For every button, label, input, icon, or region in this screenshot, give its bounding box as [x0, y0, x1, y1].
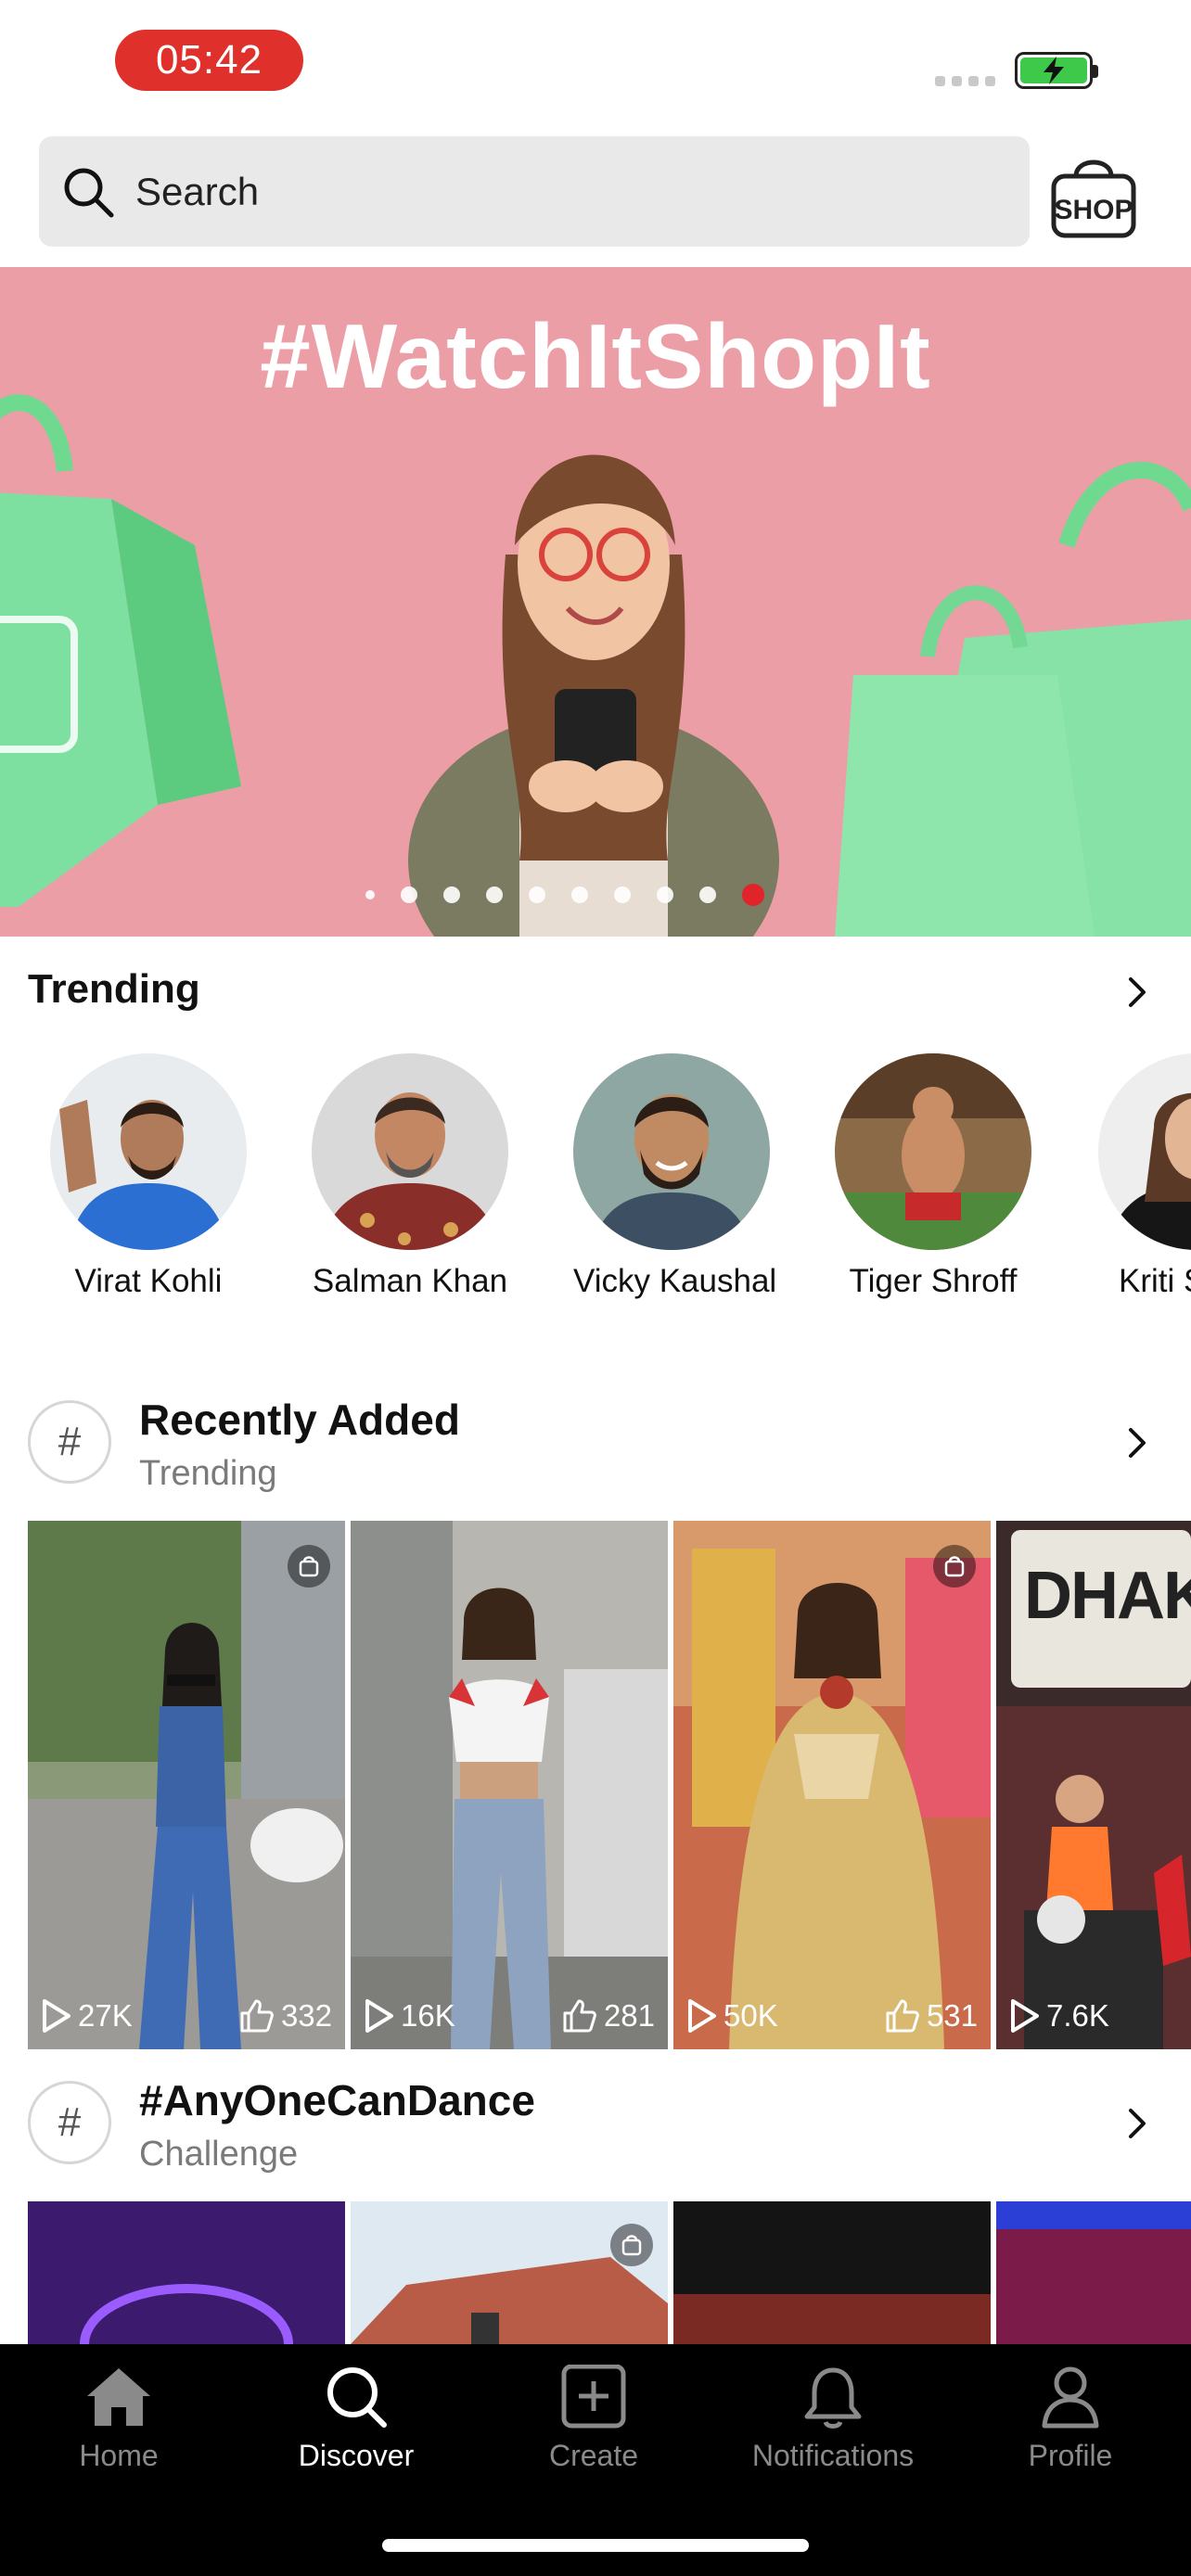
- play-icon: [688, 1999, 716, 2033]
- create-plus-icon: [561, 2365, 626, 2429]
- carousel-dot[interactable]: [365, 890, 375, 899]
- carousel-dot[interactable]: [486, 886, 503, 903]
- banner-title: #WatchItShopIt: [260, 305, 931, 407]
- video-tile[interactable]: DHAK D 7.6K: [996, 1521, 1191, 2049]
- nav-notifications[interactable]: Notifications: [740, 2365, 926, 2473]
- views-count: 27K: [41, 1998, 133, 2034]
- views-count: 50K: [686, 1998, 778, 2034]
- signal-icon: [935, 76, 995, 86]
- thumbs-up-icon: [886, 1999, 919, 2033]
- trending-person-kriti[interactable]: Kriti S: [1098, 1053, 1191, 1300]
- video-tile[interactable]: [351, 2201, 668, 2344]
- carousel-dot[interactable]: [401, 886, 417, 903]
- shoppable-bag-icon: [288, 1545, 330, 1588]
- nav-home[interactable]: Home: [26, 2365, 211, 2473]
- trending-person-virat-kohli[interactable]: Virat Kohli: [50, 1053, 247, 1300]
- challenge-title[interactable]: #AnyOneCanDance: [139, 2075, 535, 2125]
- likes-count: 281: [561, 1998, 655, 2034]
- play-icon: [365, 1999, 393, 2033]
- video-tile[interactable]: 16K 281: [351, 1521, 668, 2049]
- nav-create[interactable]: Create: [501, 2365, 686, 2473]
- home-icon: [87, 2368, 150, 2426]
- trending-chevron-right-icon[interactable]: [1119, 974, 1156, 1011]
- person-name: Kriti S: [1119, 1263, 1191, 1299]
- video-thumbnail: [351, 2201, 668, 2344]
- discover-search-icon: [327, 2367, 387, 2428]
- nav-profile[interactable]: Profile: [978, 2365, 1163, 2473]
- video-thumbnail: [673, 2201, 991, 2344]
- carousel-dot[interactable]: [529, 886, 545, 903]
- shop-bag-icon[interactable]: SHOP: [1044, 148, 1143, 241]
- carousel-dot[interactable]: [657, 886, 673, 903]
- video-tile[interactable]: 27K 332: [28, 1521, 345, 2049]
- carousel-dots[interactable]: [365, 884, 764, 906]
- person-name: Tiger Shroff: [849, 1263, 1018, 1299]
- poster-title: DHAK D: [1024, 1559, 1191, 1633]
- video-tile[interactable]: [28, 2201, 345, 2344]
- bell-icon: [804, 2367, 862, 2429]
- avatar: [573, 1053, 770, 1250]
- video-thumbnail: [673, 1521, 991, 2049]
- challenge-chevron-right-icon[interactable]: [1119, 2105, 1156, 2142]
- trending-person-tiger-shroff[interactable]: Tiger Shroff: [835, 1053, 1031, 1300]
- search-input[interactable]: [135, 159, 970, 224]
- person-name: Vicky Kaushal: [573, 1263, 777, 1299]
- avatar: [835, 1053, 1031, 1250]
- thumbs-up-icon: [563, 1999, 596, 2033]
- shoppable-bag-icon: [933, 1545, 976, 1588]
- trending-title: Trending: [28, 966, 200, 1012]
- shoppable-bag-icon: [610, 2224, 653, 2266]
- video-thumbnail: [28, 2201, 345, 2344]
- battery-icon: [1015, 52, 1098, 89]
- carousel-dot[interactable]: [699, 886, 716, 903]
- play-icon: [43, 1999, 70, 2033]
- nav-discover[interactable]: Discover: [263, 2365, 449, 2473]
- likes-count: 531: [884, 1998, 978, 2034]
- person-name: Virat Kohli: [74, 1263, 223, 1299]
- trending-person-vicky-kaushal[interactable]: Vicky Kaushal: [573, 1053, 777, 1300]
- recently-added-title[interactable]: Recently Added: [139, 1395, 460, 1445]
- home-indicator[interactable]: [382, 2539, 809, 2552]
- challenge-subtitle: Challenge: [139, 2135, 299, 2174]
- video-tile[interactable]: [673, 2201, 991, 2344]
- recently-added-subtitle: Trending: [139, 1454, 277, 1493]
- thumbs-up-icon: [240, 1999, 274, 2033]
- search-icon: [64, 168, 114, 218]
- profile-icon: [1042, 2366, 1099, 2429]
- shop-label: SHOP: [1054, 195, 1133, 225]
- avatar: [1098, 1053, 1191, 1250]
- play-icon: [1011, 1999, 1039, 2033]
- avatar: [312, 1053, 508, 1250]
- carousel-dot[interactable]: [443, 886, 460, 903]
- person-name: Salman Khan: [312, 1263, 508, 1299]
- avatar: [50, 1053, 247, 1250]
- recently-added-chevron-right-icon[interactable]: [1119, 1424, 1156, 1461]
- video-thumbnail: [351, 1521, 668, 2049]
- carousel-dot-active[interactable]: [742, 884, 764, 906]
- views-count: 16K: [364, 1998, 455, 2034]
- views-count: 7.6K: [1009, 1998, 1109, 2034]
- video-tile[interactable]: [996, 2201, 1191, 2344]
- video-tile[interactable]: 50K 531: [673, 1521, 991, 2049]
- promo-banner[interactable]: #WatchItShopIt: [0, 267, 1191, 937]
- likes-count: 332: [238, 1998, 332, 2034]
- hashtag-icon: #: [28, 2081, 111, 2164]
- status-time: 05:42: [115, 30, 303, 91]
- carousel-dot[interactable]: [571, 886, 588, 903]
- video-thumbnail: [996, 2201, 1191, 2344]
- trending-person-salman-khan[interactable]: Salman Khan: [312, 1053, 508, 1300]
- carousel-dot[interactable]: [614, 886, 631, 903]
- video-thumbnail: [28, 1521, 345, 2049]
- hashtag-icon: #: [28, 1400, 111, 1484]
